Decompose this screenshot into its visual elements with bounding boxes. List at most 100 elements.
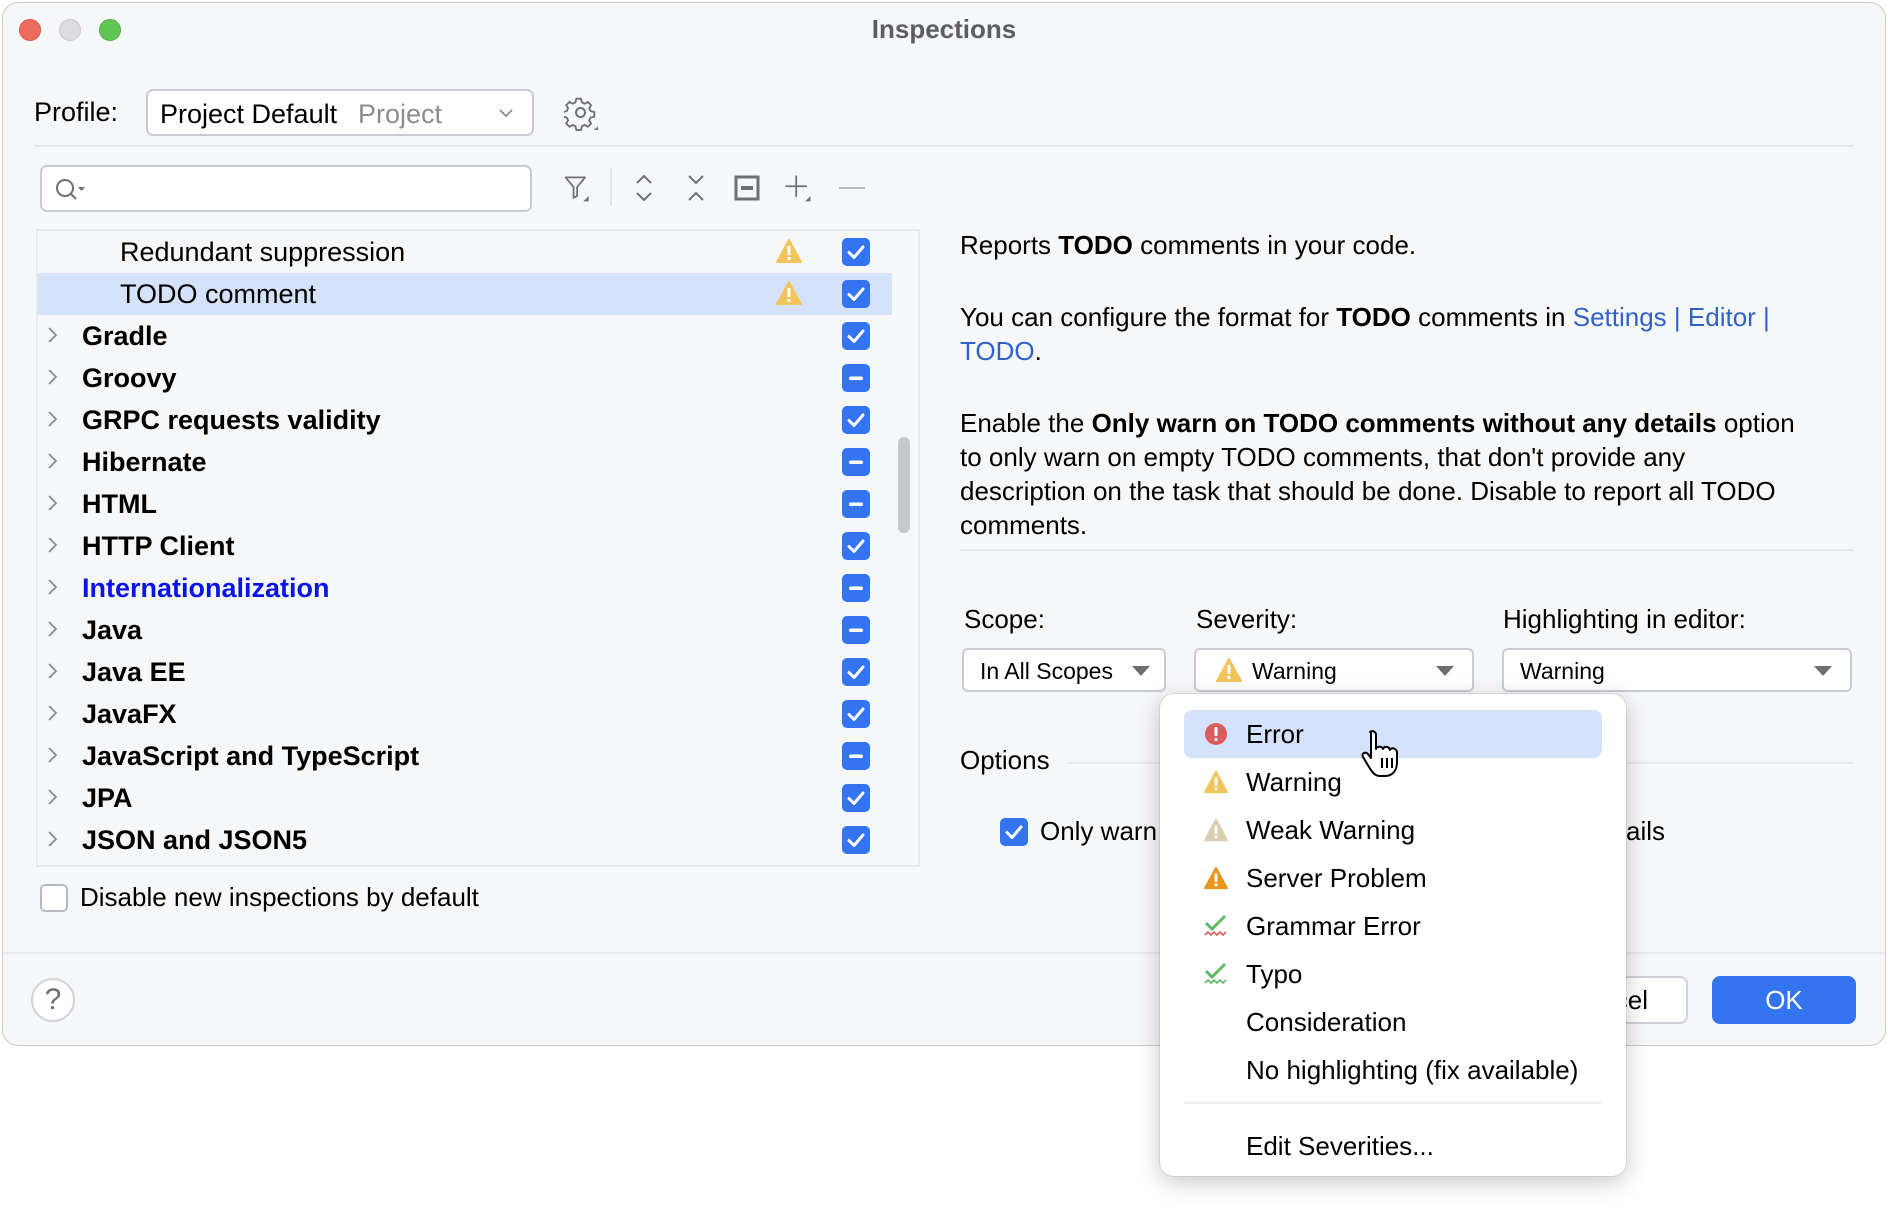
tree-row-checkbox[interactable] — [842, 448, 870, 476]
chevron-right-icon[interactable] — [46, 450, 60, 472]
gear-icon[interactable] — [564, 96, 600, 132]
search-field[interactable] — [40, 165, 532, 212]
tree-row[interactable]: HTTP Client — [38, 525, 892, 567]
tree-row-checkbox[interactable] — [842, 406, 870, 434]
severity-dropdown[interactable]: Warning — [1194, 648, 1474, 692]
server-problem-icon — [1204, 866, 1228, 890]
tree-row[interactable]: Redundant suppression — [38, 231, 892, 273]
scope-label: Scope: — [964, 604, 1045, 634]
ok-button[interactable]: OK — [1712, 976, 1856, 1024]
tree-row-checkbox[interactable] — [842, 364, 870, 392]
highlighting-dropdown[interactable]: Warning — [1502, 648, 1852, 692]
menu-item-no-highlighting-fix-available[interactable]: No highlighting (fix available) — [1184, 1046, 1602, 1094]
chevron-right-icon[interactable] — [46, 828, 60, 850]
menu-item-weak-warning[interactable]: Weak Warning — [1184, 806, 1602, 854]
menu-item-server-problem[interactable]: Server Problem — [1184, 854, 1602, 902]
menu-item-label: Edit Severities... — [1246, 1131, 1434, 1161]
tree-row-checkbox[interactable] — [842, 826, 870, 854]
chevron-right-icon[interactable] — [46, 702, 60, 724]
tree-scrollbar[interactable] — [898, 437, 910, 533]
profile-combo[interactable]: Project Default Project — [146, 89, 534, 136]
chevron-right-icon[interactable] — [46, 660, 60, 682]
tree-row[interactable]: TODO comment — [38, 273, 892, 315]
settings-link[interactable]: Settings — [1573, 302, 1667, 332]
editor-link[interactable]: Editor — [1688, 302, 1756, 332]
tree-row-checkbox[interactable] — [842, 322, 870, 350]
tree-row[interactable]: HTML — [38, 483, 892, 525]
chevron-right-icon[interactable] — [46, 534, 60, 556]
tree-row[interactable]: JSON and JSON5 — [38, 819, 892, 861]
warning-icon — [776, 239, 802, 263]
chevron-right-icon[interactable] — [46, 324, 60, 346]
text: comments in — [1410, 302, 1573, 332]
tree-row-checkbox[interactable] — [842, 784, 870, 812]
only-warn-label-end[interactable]: ails — [1626, 816, 1665, 847]
error-icon — [1204, 722, 1228, 746]
collapse-all-icon[interactable] — [680, 172, 712, 204]
chevron-right-icon[interactable] — [46, 492, 60, 514]
tree-row[interactable]: GRPC requests validity — [38, 399, 892, 441]
search-input[interactable] — [92, 173, 516, 205]
chevron-right-icon[interactable] — [46, 786, 60, 808]
bold-text: TODO — [1058, 230, 1133, 260]
tree-row-label: JSON and JSON5 — [82, 825, 308, 855]
filter-icon[interactable] — [562, 172, 594, 204]
reset-to-empty-icon[interactable] — [731, 172, 763, 204]
remove-icon[interactable] — [836, 172, 868, 204]
todo-link[interactable]: TODO — [960, 336, 1035, 366]
disable-new-inspections-label: Disable new inspections by default — [80, 882, 479, 912]
tree-row[interactable]: JavaFX — [38, 693, 892, 735]
menu-item-label: Typo — [1246, 959, 1303, 989]
scope-dropdown[interactable]: In All Scopes — [962, 648, 1166, 692]
only-warn-label-start[interactable]: Only warn — [1040, 816, 1157, 847]
bold-text: TODO — [1336, 302, 1411, 332]
tree-row-checkbox[interactable] — [842, 238, 870, 266]
tree-row[interactable]: JPA — [38, 777, 892, 819]
chevron-right-icon[interactable] — [46, 408, 60, 430]
tree-row-checkbox[interactable] — [842, 616, 870, 644]
disable-new-inspections-checkbox[interactable] — [40, 884, 68, 912]
tree-row-checkbox[interactable] — [842, 700, 870, 728]
chevron-right-icon[interactable] — [46, 366, 60, 388]
tree-row-label: TODO comment — [120, 279, 317, 309]
tree-row-checkbox[interactable] — [842, 280, 870, 308]
menu-item-label: Weak Warning — [1246, 815, 1416, 845]
menu-item-edit-severities[interactable]: Edit Severities... — [1184, 1122, 1602, 1170]
help-button[interactable]: ? — [31, 978, 75, 1022]
toolbar-divider — [610, 168, 612, 206]
description-line-4: Enable the Only warn on TODO comments wi… — [960, 406, 1795, 440]
tree-row-label: Hibernate — [82, 447, 207, 477]
tree-row-checkbox[interactable] — [842, 742, 870, 770]
only-warn-checkbox[interactable] — [1000, 818, 1028, 846]
inspections-tree[interactable]: Redundant suppression TODO comment Gradle G… — [36, 229, 920, 867]
menu-item-typo[interactable]: Typo — [1184, 950, 1602, 998]
tree-row-checkbox[interactable] — [842, 574, 870, 602]
profile-scope: Project — [358, 99, 443, 129]
tree-row[interactable]: Java EE — [38, 651, 892, 693]
chevron-right-icon[interactable] — [46, 618, 60, 640]
tree-row[interactable]: Hibernate — [38, 441, 892, 483]
description-line-3: TODO. — [960, 334, 1042, 368]
scope-value: In All Scopes — [980, 658, 1113, 684]
tree-row-label: Redundant suppression — [120, 237, 406, 267]
dropdown-arrow-icon — [1814, 666, 1832, 676]
chevron-right-icon[interactable] — [46, 744, 60, 766]
dropdown-arrow-icon — [1436, 666, 1454, 676]
tree-row[interactable]: Gradle — [38, 315, 892, 357]
expand-all-icon[interactable] — [628, 172, 660, 204]
tree-row-label: HTTP Client — [82, 531, 235, 561]
menu-item-label: Consideration — [1246, 1007, 1407, 1037]
tree-row-checkbox[interactable] — [842, 532, 870, 560]
tree-row-checkbox[interactable] — [842, 658, 870, 686]
chevron-right-icon[interactable] — [46, 576, 60, 598]
tree-row[interactable]: JavaScript and TypeScript — [38, 735, 892, 777]
menu-item-grammar-error[interactable]: Grammar Error — [1184, 902, 1602, 950]
add-icon[interactable] — [782, 172, 814, 204]
menu-item-consideration[interactable]: Consideration — [1184, 998, 1602, 1046]
hand-cursor-icon — [1361, 730, 1398, 777]
grammar-error-icon — [1204, 914, 1228, 938]
tree-row-checkbox[interactable] — [842, 490, 870, 518]
tree-row[interactable]: Groovy — [38, 357, 892, 399]
tree-row[interactable]: Internationalization — [38, 567, 892, 609]
tree-row[interactable]: Java — [38, 609, 892, 651]
